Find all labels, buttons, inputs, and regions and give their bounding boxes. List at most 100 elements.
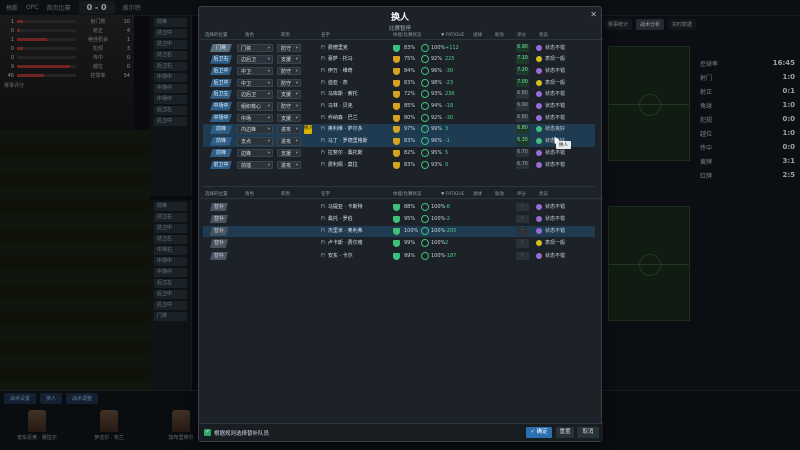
duty-select[interactable]: 防守 xyxy=(277,102,301,111)
player-name[interactable]: Fi 桑托 · 罗伯 xyxy=(321,215,391,224)
position-tag[interactable]: 替补 xyxy=(210,251,228,261)
position-tag[interactable]: 前卫中 xyxy=(210,160,232,169)
starter-player-row[interactable]: 中场中中场支援Fi乔纳森 · 巴兰80%92%-306.80状态不错 xyxy=(203,112,595,124)
player-name[interactable]: Fi 马提亚 · 卡斯特 xyxy=(321,203,391,212)
col-goals[interactable]: 进球 xyxy=(473,191,482,197)
role-select[interactable]: 中卫 xyxy=(237,66,273,76)
role-select[interactable]: 门将 xyxy=(237,43,273,52)
player-name[interactable]: Fi 拉斐尔 · 桑托斯 xyxy=(321,149,391,158)
col-condition[interactable]: 体能/比赛状态 xyxy=(393,191,422,197)
starter-player-row[interactable]: 门将门将防守Fi费德里克83%100%+1126.90状态不错 xyxy=(203,42,595,54)
position-tag[interactable]: 前锋 xyxy=(210,125,232,134)
duty-select[interactable]: 支援 xyxy=(277,113,301,123)
col-status[interactable]: 状态 xyxy=(539,32,548,38)
status-text: 状态不错 xyxy=(545,161,566,168)
position-tag[interactable]: 替补 xyxy=(210,239,228,248)
position-tag[interactable]: 替补 xyxy=(210,227,228,236)
duty-select[interactable]: 支援 xyxy=(277,90,301,99)
player-name-text: 乔纳森 · 巴兰 xyxy=(327,114,358,121)
starter-player-row[interactable]: 后卫左边后卫支援Fi马库斯 · 索托72%93%2366.80状态不错 xyxy=(203,89,595,101)
position-tag[interactable]: 替补 xyxy=(210,202,228,211)
status-text: 状态良好 xyxy=(545,126,566,133)
bench-player-row[interactable]: 替补 Fi 卢卡斯 · 费尔南 99% 100% 2- 表现一般 xyxy=(203,238,595,250)
role-select[interactable]: 边后卫 xyxy=(237,55,273,64)
position-tag[interactable]: 前锋 xyxy=(210,148,232,158)
role-select[interactable]: 支点 xyxy=(237,137,273,146)
close-icon[interactable]: ✕ xyxy=(590,10,597,19)
position-tag[interactable]: 中场中 xyxy=(210,102,232,111)
starter-player-row[interactable]: 前卫中前插进攻Fi费利佩 · 莫拉83%93%06.70状态不错 xyxy=(203,159,595,171)
bench-player-row[interactable]: 替补 Fi 安东 · 卡尔 99% 100% -187- 状态不错 xyxy=(203,250,595,262)
position-tag[interactable]: 后卫左 xyxy=(210,90,232,99)
condition-value: 83% xyxy=(404,44,416,51)
col-assists[interactable]: 助攻 xyxy=(495,32,504,38)
position-tag[interactable]: 替补 xyxy=(210,214,228,224)
player-name[interactable]: Fi 杰里米 · 奥利弗 xyxy=(321,227,391,236)
player-name[interactable]: Fi 迪亚 · 奈 xyxy=(321,79,391,88)
fatigue-value: -30 xyxy=(445,67,454,74)
bench-player-row[interactable]: 替补 Fi 杰里米 · 奥利弗 100% 100% -205- 状态不错 xyxy=(203,225,595,238)
duty-select[interactable]: 防守 xyxy=(277,78,301,88)
starter-player-row[interactable]: 后卫中中卫防守Fi迪亚 · 奈83%98%-237.00表现一般 xyxy=(203,77,595,89)
role-select[interactable]: 中卫 xyxy=(237,78,273,88)
bench-player-row[interactable]: 替补 Fi 马提亚 · 卡斯特 88% 100% -8- 状态不错 xyxy=(203,201,595,213)
starter-player-row[interactable]: 前锋支点进攻Fi马丁 · 罗德里格斯83%96%-16.30状态良好 xyxy=(203,135,595,148)
duty-select[interactable]: 进攻 xyxy=(277,137,301,146)
starter-player-row[interactable]: 后卫右边后卫支援Fi豪萨 · 托马75%92%2257.10表现一般 xyxy=(203,54,595,66)
col-condition[interactable]: 体能/比赛状态 xyxy=(393,32,422,38)
position-tag[interactable]: 中场中 xyxy=(210,113,232,123)
player-name[interactable]: Fi 马丁 · 罗德里格斯 xyxy=(321,137,391,146)
player-name[interactable]: Fi 马林 · 贝克 xyxy=(321,102,391,111)
player-name[interactable]: Fi 卢卡斯 · 费尔南 xyxy=(321,239,391,248)
position-tag[interactable]: 门将 xyxy=(210,43,232,52)
sharpness-ring-icon xyxy=(421,125,429,134)
role-select[interactable]: 内边锋 xyxy=(237,125,273,134)
player-name[interactable]: Fi 乔纳森 · 巴兰 xyxy=(321,114,391,123)
duty-select[interactable]: 支援 xyxy=(277,148,301,158)
swap-button[interactable]: 换人 xyxy=(304,125,313,134)
role-select[interactable]: 边锋 xyxy=(237,148,273,158)
duty-select[interactable]: 防守 xyxy=(277,43,301,52)
position-tag[interactable]: 后卫右 xyxy=(210,55,232,64)
player-name[interactable]: Fi 马库斯 · 索托 xyxy=(321,90,391,99)
auto-select-label: 根据规则选择替补队员 xyxy=(214,431,270,437)
role-select[interactable]: 中场 xyxy=(237,113,273,123)
player-name[interactable]: Fi 安东 · 卡尔 xyxy=(321,252,391,261)
col-status[interactable]: 状态 xyxy=(539,191,548,197)
role-select[interactable]: 前插 xyxy=(237,160,273,169)
player-name[interactable]: Fi 伊万 · 维奇 xyxy=(321,67,391,76)
col-goals[interactable]: 进球 xyxy=(473,32,482,38)
cancel-button[interactable]: 取消 xyxy=(577,427,599,438)
player-name[interactable]: Fi 费利佩 · 莫拉 xyxy=(321,161,391,170)
player-flag: Fi xyxy=(321,203,325,210)
player-name[interactable]: Fi 费德里克 xyxy=(321,44,391,53)
starter-player-row[interactable]: 前锋边锋支援Fi拉斐尔 · 桑托斯82%95%56.70状态不错 xyxy=(203,147,595,159)
bench-player-row[interactable]: 替补 Fi 桑托 · 罗伯 95% 100% -2- 状态不错 xyxy=(203,213,595,225)
reset-button[interactable]: 重置 xyxy=(556,427,574,438)
status-text: 状态不错 xyxy=(545,228,566,235)
duty-select[interactable]: 进攻 xyxy=(277,160,301,169)
col-rating[interactable]: 评分 xyxy=(517,191,526,197)
starter-player-row[interactable]: 中场中组织核心防守Fi马林 · 贝克85%94%-186.90状态不错 xyxy=(203,101,595,113)
player-name[interactable]: Fi 奥利维 · 萨尔多 xyxy=(321,125,391,134)
player-name[interactable]: Fi 豪萨 · 托马 xyxy=(321,55,391,64)
rating-badge: 6.90 xyxy=(516,43,529,52)
auto-select-checkbox[interactable]: ✓ xyxy=(204,429,211,436)
sharpness-ring-icon xyxy=(421,239,429,248)
confirm-button[interactable]: ✓ 确定 xyxy=(526,427,552,438)
duty-select[interactable]: 防守 xyxy=(277,66,301,76)
duty-select[interactable]: 支援 xyxy=(277,55,301,64)
position-tag[interactable]: 后卫中 xyxy=(210,66,232,76)
role-select[interactable]: 边后卫 xyxy=(237,90,273,99)
col-assists[interactable]: 助攻 xyxy=(495,191,504,197)
starter-player-row[interactable]: 前锋内边锋进攻换人Fi奥利维 · 萨尔多97%99%36.80状态良好 xyxy=(203,123,595,136)
duty-select[interactable]: 进攻 xyxy=(277,125,301,134)
starter-player-row[interactable]: 后卫中中卫防守Fi伊万 · 维奇84%96%-307.20状态不错 xyxy=(203,65,595,77)
position-tag[interactable]: 前锋 xyxy=(210,137,232,146)
position-tag[interactable]: 后卫中 xyxy=(210,78,232,88)
role-select[interactable]: 组织核心 xyxy=(237,102,273,111)
col-fatigue[interactable]: ▼ FATIGUE xyxy=(441,33,465,38)
condition-shield-icon xyxy=(393,114,400,122)
col-fatigue[interactable]: ▼ FATIGUE xyxy=(441,192,465,197)
col-rating[interactable]: 评分 xyxy=(517,32,526,38)
